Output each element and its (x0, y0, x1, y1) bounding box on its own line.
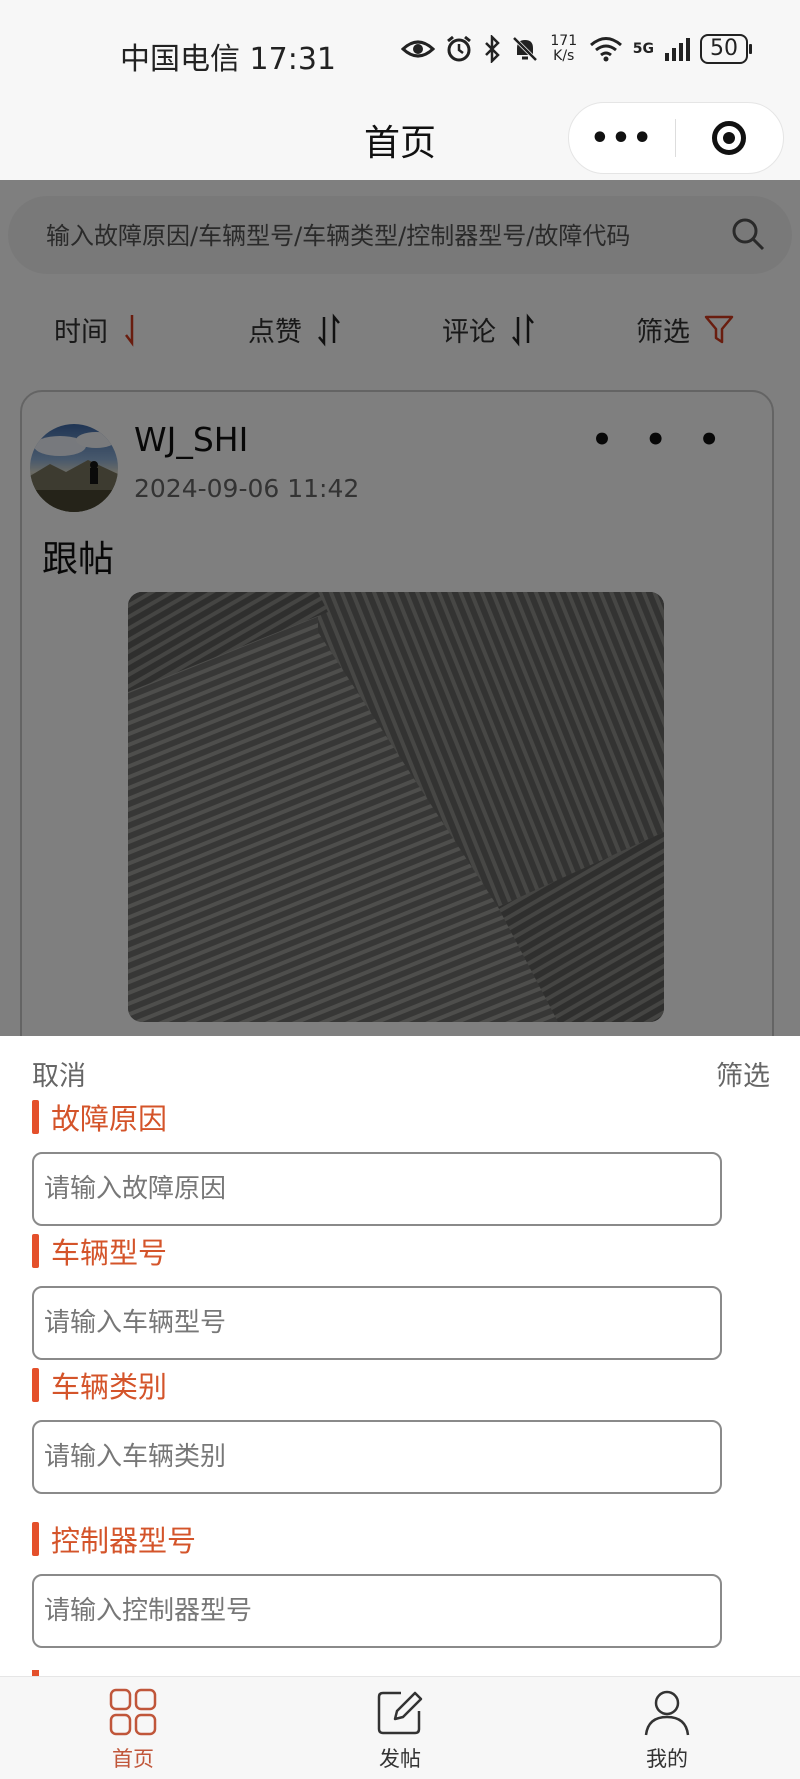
controller-model-input[interactable] (32, 1574, 722, 1648)
carrier-time: 中国电信 17:31 (120, 42, 336, 77)
tab-post[interactable]: 发帖 (340, 1687, 460, 1773)
controller-model-label: 控制器型号 (32, 1518, 196, 1560)
sort-bar: 时间 点赞 评论 筛选 (0, 290, 800, 370)
vehicle-model-label: 车辆型号 (32, 1230, 167, 1272)
more-menu-button[interactable]: ••• (569, 121, 675, 156)
fault-reason-input[interactable] (32, 1152, 722, 1226)
tab-bar: 首页 发帖 我的 (0, 1676, 800, 1779)
arrow-down-icon (125, 314, 134, 347)
signal-icon (665, 38, 690, 61)
tab-label: 我的 (646, 1747, 688, 1771)
confirm-filter-button[interactable]: 筛选 (716, 1054, 770, 1093)
search-icon[interactable] (728, 214, 768, 254)
sort-by-time[interactable]: 时间 (54, 310, 142, 349)
sort-updown-icon (512, 313, 534, 346)
main-content: 输入故障原因/车辆型号/车辆类型/控制器型号/故障代码 时间 点赞 评论 筛选 … (0, 180, 800, 1094)
eye-icon (400, 40, 435, 58)
battery-indicator: 50 (700, 34, 752, 64)
status-icons: 171 K/s 5G 50 (400, 33, 752, 64)
vehicle-category-input[interactable] (32, 1420, 722, 1494)
sort-label: 评论 (442, 317, 496, 348)
mute-bell-icon (512, 36, 538, 62)
vehicle-category-label: 车辆类别 (32, 1364, 167, 1406)
target-icon (712, 121, 746, 155)
alarm-icon (446, 35, 471, 62)
network-speed: 171 K/s (550, 33, 578, 64)
sort-by-likes[interactable]: 点赞 (248, 310, 342, 349)
status-bar: 中国电信 17:31 171 K/s 5G 50 (0, 0, 800, 100)
bluetooth-icon (484, 35, 500, 63)
vehicle-model-input[interactable] (32, 1286, 722, 1360)
accent-bar (32, 1100, 39, 1134)
sort-label: 时间 (54, 317, 108, 348)
accent-bar (32, 1234, 39, 1268)
tab-home[interactable]: 首页 (73, 1687, 193, 1773)
signal-5g-label: 5G (632, 41, 654, 57)
post-content: 跟帖 (42, 539, 115, 580)
post-username[interactable]: WJ_SHI (134, 420, 248, 459)
filter-sheet: 取消 筛选 故障原因 车辆型号 车辆类别 控制器型号 (0, 1036, 800, 1676)
sort-label: 点赞 (248, 317, 302, 348)
home-grid-icon (109, 1688, 157, 1736)
tab-mine[interactable]: 我的 (607, 1687, 727, 1773)
tab-label: 首页 (112, 1747, 154, 1771)
sort-by-comments[interactable]: 评论 (442, 310, 536, 349)
post-time: 2024-09-06 11:42 (134, 474, 360, 503)
edit-icon (377, 1691, 423, 1735)
search-input[interactable]: 输入故障原因/车辆型号/车辆类型/控制器型号/故障代码 (46, 216, 630, 251)
fault-reason-label: 故障原因 (32, 1096, 167, 1138)
mini-program-capsule: ••• (568, 102, 784, 174)
nav-bar: 首页 ••• (0, 100, 800, 180)
user-icon (644, 1690, 690, 1736)
close-mini-program-button[interactable] (676, 121, 782, 155)
filter-icon (704, 315, 734, 343)
post-image[interactable] (128, 592, 664, 1022)
tab-label: 发帖 (379, 1747, 421, 1771)
post-more-button[interactable]: • • • (591, 420, 730, 460)
wifi-icon (589, 37, 622, 62)
avatar[interactable] (30, 424, 118, 512)
filter-button[interactable]: 筛选 (636, 310, 734, 349)
post-card[interactable]: WJ_SHI 2024-09-06 11:42 • • • 跟帖 (20, 390, 774, 1094)
cancel-button[interactable]: 取消 (32, 1054, 86, 1093)
sort-updown-icon (318, 313, 340, 346)
sort-label: 筛选 (636, 317, 690, 348)
search-bar[interactable]: 输入故障原因/车辆型号/车辆类型/控制器型号/故障代码 (8, 196, 792, 274)
accent-bar (32, 1522, 39, 1556)
accent-bar (32, 1368, 39, 1402)
